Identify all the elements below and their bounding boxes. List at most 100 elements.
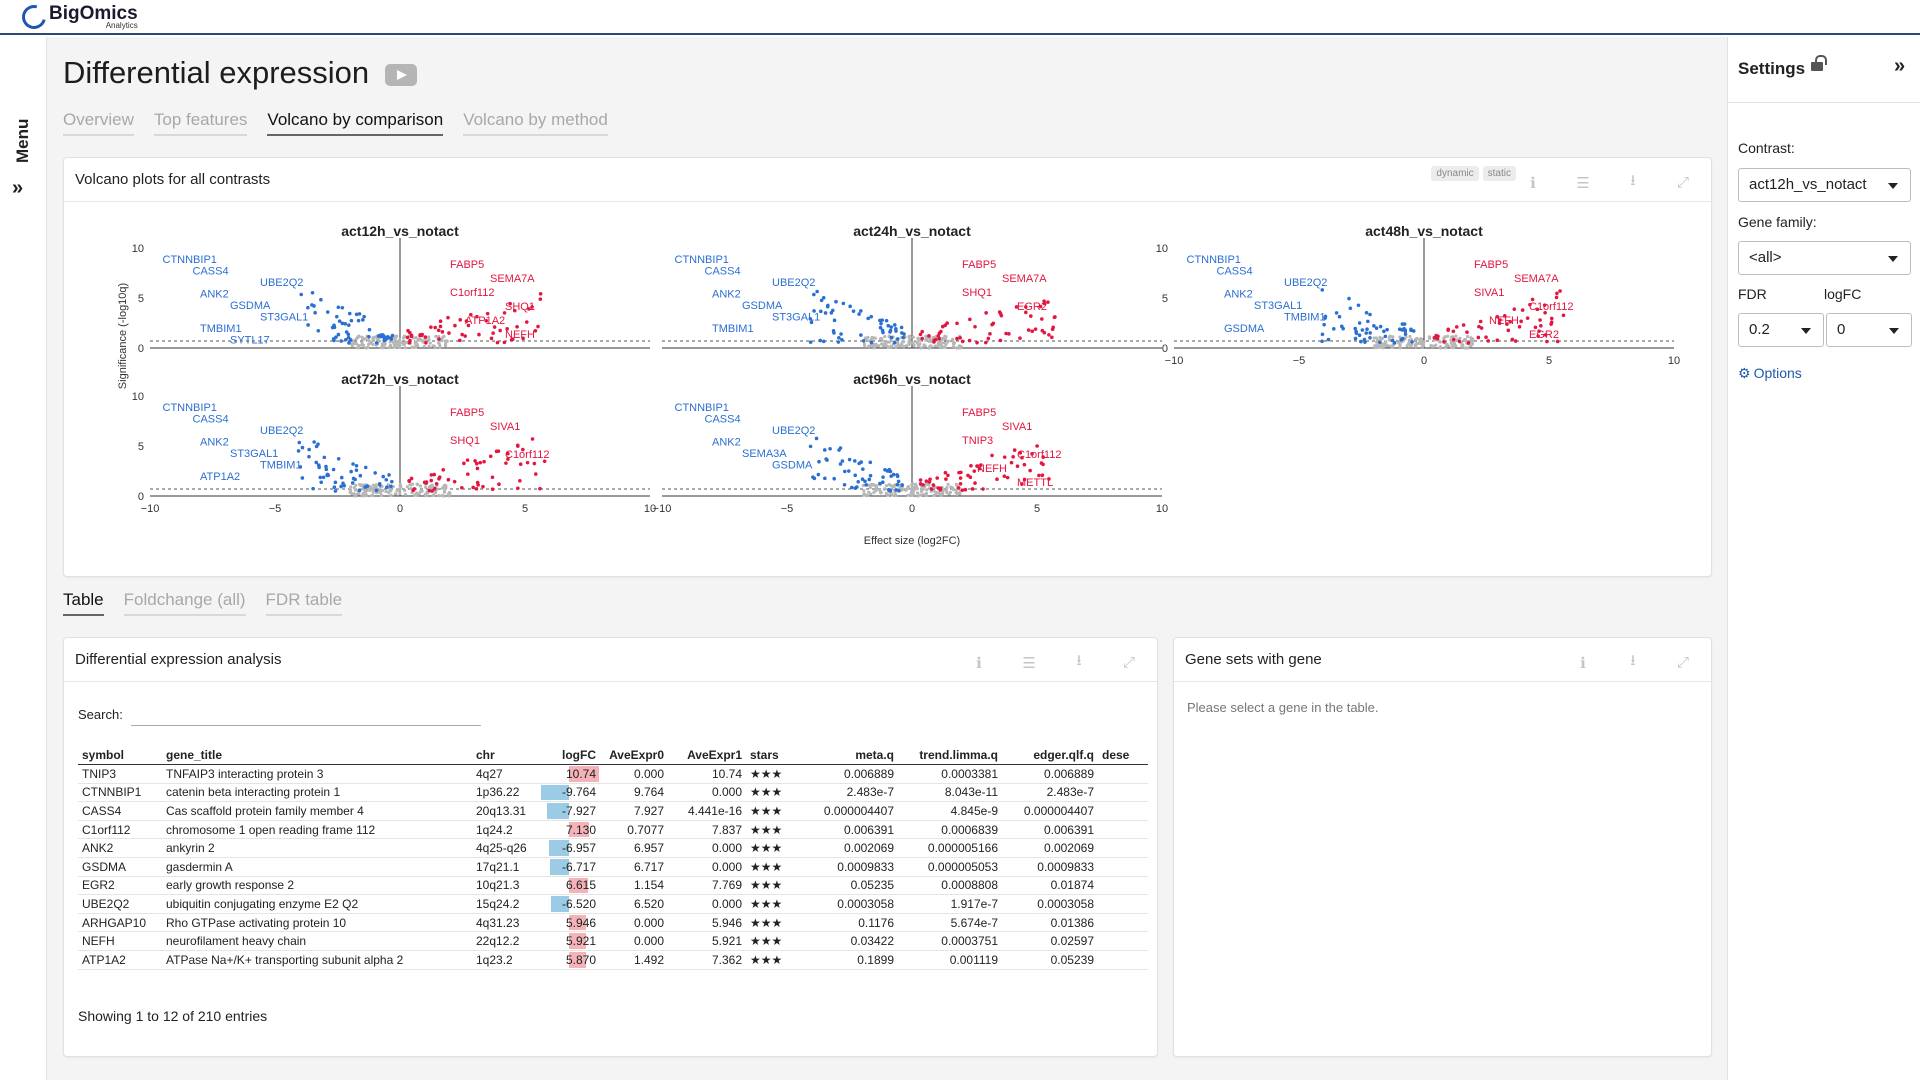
column-header-gene-title[interactable]: gene_title xyxy=(162,746,472,765)
download-icon[interactable]: ⭳ xyxy=(1619,170,1647,195)
info-icon[interactable]: ℹ xyxy=(1519,174,1547,192)
point-up xyxy=(1053,315,1057,319)
search-input[interactable] xyxy=(130,702,481,726)
point-down xyxy=(316,442,320,446)
tab-table[interactable]: Table xyxy=(63,590,104,616)
volcano-plot-title: act12h_vs_notact xyxy=(341,223,459,239)
point-ns xyxy=(369,493,373,498)
tab-volcano-by-comparison[interactable]: Volcano by comparison xyxy=(267,110,444,136)
point-down xyxy=(1356,303,1361,308)
table-row[interactable]: ANK2 ankyrin 2 4q25-q26 -6.957 6.957 0.000 ★★★… xyxy=(78,838,1148,858)
contrast-select[interactable]: act12h_vs_notact xyxy=(1738,168,1911,202)
column-header-aveexpr1[interactable]: AveExpr1 xyxy=(668,746,746,765)
point-down xyxy=(354,468,359,472)
gene-label-down: TMBIM1 xyxy=(1284,312,1326,324)
point-ns xyxy=(353,494,357,498)
point-up xyxy=(1005,475,1010,480)
tab-overview[interactable]: Overview xyxy=(63,110,134,136)
double-chevron-right-icon[interactable]: » xyxy=(12,177,23,200)
table-row[interactable]: CTNNBIP1 catenin beta interacting protein… xyxy=(78,783,1148,803)
point-down xyxy=(868,460,873,465)
tab-foldchange-all[interactable]: Foldchange (all) xyxy=(123,590,246,616)
table-row[interactable]: ATP1A2 ATPase Na+/K+ transporting subunit… xyxy=(78,950,1148,970)
gene-label-down: GSDMA xyxy=(742,300,783,312)
point-ns xyxy=(422,344,426,349)
column-header-trend-limma-q[interactable]: trend.limma.q xyxy=(898,746,1002,765)
column-header-symbol[interactable]: symbol xyxy=(78,746,162,765)
y-tick-label: 0 xyxy=(1162,343,1168,355)
gene-label-up: SEMA7A xyxy=(1002,273,1047,285)
fdr-select[interactable]: 0.2 xyxy=(1738,313,1824,347)
point-down xyxy=(859,309,863,313)
column-header-dese[interactable]: dese xyxy=(1098,746,1148,765)
point-up xyxy=(496,449,501,453)
tab-volcano-by-method[interactable]: Volcano by method xyxy=(463,110,608,136)
point-ns xyxy=(349,485,353,489)
column-header-meta-q[interactable]: meta.q xyxy=(796,746,898,765)
point-down xyxy=(332,323,336,328)
point-ns xyxy=(880,342,884,346)
point-up xyxy=(516,486,520,491)
table-row[interactable]: TNIP3 TNFAIP3 interacting protein 3 4q27 10… xyxy=(78,764,1148,784)
download-icon[interactable]: ⭳ xyxy=(1619,650,1647,675)
options-link[interactable]: ⚙ Options xyxy=(1738,365,1802,382)
point-ns xyxy=(910,483,914,487)
table-cell xyxy=(1098,913,1148,933)
menu-toggle[interactable]: Menu xyxy=(13,57,33,163)
table-cell: 20q13.31 xyxy=(472,801,538,821)
point-down xyxy=(350,481,355,485)
table-cell: 0.002069 xyxy=(1002,838,1098,858)
table-row[interactable]: CASS4 Cas scaffold protein family member … xyxy=(78,801,1148,821)
bigomics-logo[interactable]: BigOmics Analytics xyxy=(17,0,138,34)
expand-icon[interactable]: ⤢ xyxy=(1669,654,1697,671)
point-down xyxy=(300,445,305,450)
download-icon[interactable]: ⭳ xyxy=(1065,650,1093,675)
point-ns xyxy=(392,345,396,349)
table-row[interactable]: C1orf112 chromosome 1 open reading frame … xyxy=(78,820,1148,840)
point-down xyxy=(1334,311,1339,315)
point-up xyxy=(970,487,975,491)
point-up xyxy=(931,483,936,487)
point-down xyxy=(846,469,851,473)
column-header-chr[interactable]: chr xyxy=(472,746,538,765)
tab-top-features[interactable]: Top features xyxy=(153,110,248,136)
tab-fdr-table[interactable]: FDR table xyxy=(265,590,343,616)
point-down xyxy=(365,484,370,488)
point-up xyxy=(518,478,522,483)
gene-family-select[interactable]: <all> xyxy=(1738,241,1911,275)
lock-icon[interactable] xyxy=(1811,55,1827,71)
point-down xyxy=(879,321,883,326)
video-play-icon[interactable] xyxy=(385,64,417,86)
table-row[interactable]: NEFH neurofilament heavy chain 22q12.2 5.92… xyxy=(78,931,1148,951)
column-header-edger-qlf-q[interactable]: edger.qlf.q xyxy=(1002,746,1098,765)
table-row[interactable]: EGR2 early growth response 2 10q21.3 6.615 1… xyxy=(78,876,1148,896)
menu-icon[interactable]: ☰ xyxy=(1569,174,1597,192)
table-cell: 7.769 xyxy=(668,876,746,896)
point-down xyxy=(374,341,379,345)
point-ns xyxy=(444,339,448,343)
info-icon[interactable]: ℹ xyxy=(965,654,993,672)
table-row[interactable]: ARHGAP10 Rho GTPase activating protein 10… xyxy=(78,913,1148,933)
logfc-select[interactable]: 0 xyxy=(1826,313,1912,347)
table-row[interactable]: GSDMA gasdermin A 17q21.1 -6.717 6.717 0.000 ★… xyxy=(78,857,1148,877)
toggle-static[interactable]: static xyxy=(1482,166,1516,181)
table-cell xyxy=(1098,857,1148,877)
expand-icon[interactable]: ⤢ xyxy=(1669,174,1697,191)
expand-icon[interactable]: ⤢ xyxy=(1115,654,1143,671)
gene-label-down: TMBIM1 xyxy=(260,460,302,472)
table-row[interactable]: UBE2Q2 ubiquitin conjugating enzyme E2 Q2… xyxy=(78,894,1148,914)
toggle-dynamic[interactable]: dynamic xyxy=(1431,166,1479,181)
table-cell: 0.000 xyxy=(668,857,746,877)
point-down xyxy=(894,327,898,331)
double-chevron-right-icon[interactable]: » xyxy=(1894,55,1905,78)
de-table-header: symbol gene_title chr logFC AveExpr0 AveExpr1… xyxy=(78,746,1148,765)
table-cell: 1.154 xyxy=(600,876,668,896)
column-header-logfc[interactable]: logFC xyxy=(538,746,600,765)
column-header-aveexpr0[interactable]: AveExpr0 xyxy=(600,746,668,765)
point-ns xyxy=(420,489,424,493)
menu-icon[interactable]: ☰ xyxy=(1015,654,1043,672)
column-header-stars[interactable]: stars xyxy=(746,746,796,765)
volcano-plots[interactable]: act12h_vs_notact0510CTNNBIP1CASS4UBE2Q2A… xyxy=(104,208,1704,548)
logfc-value: -6.717 xyxy=(561,859,596,874)
info-icon[interactable]: ℹ xyxy=(1569,654,1597,672)
